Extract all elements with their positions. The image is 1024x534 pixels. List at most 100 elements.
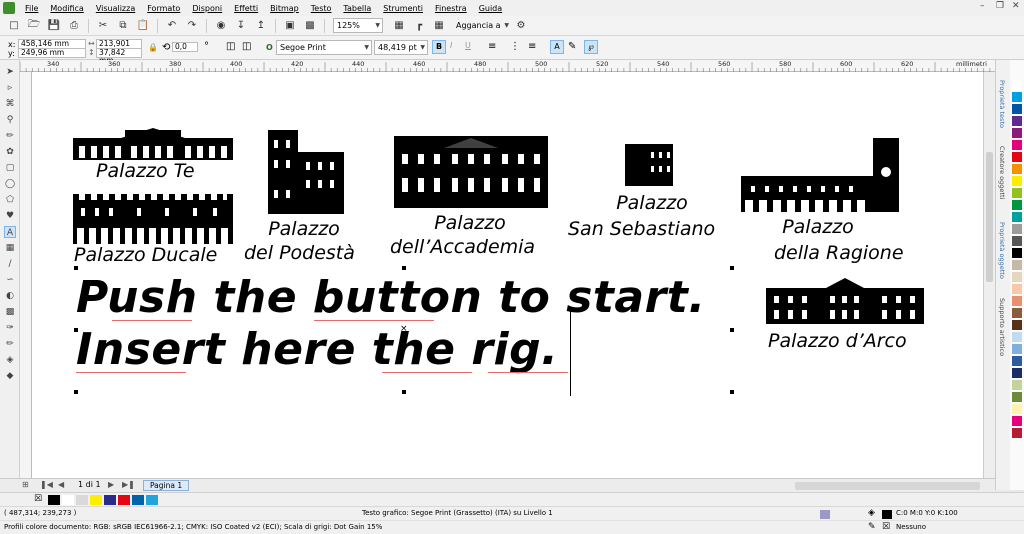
page-tab[interactable]: Pagina 1 [143,480,190,491]
copy-icon[interactable]: ⧉ [115,18,131,34]
edit-text-icon[interactable]: ✎ [568,41,576,52]
full-screen-preview-icon[interactable]: ▦ [391,18,407,34]
palette-swatch[interactable] [1012,80,1022,91]
horizontal-scrollbar[interactable] [795,482,980,490]
underline-icon[interactable]: U [465,41,471,50]
fill-color-swatch[interactable] [882,510,892,519]
page-add-icon[interactable]: ⊞ [22,480,29,489]
menu-modifica[interactable]: Modifica [44,4,89,13]
transparency-tool-icon[interactable]: ▩ [4,306,16,318]
doc-swatch-navy[interactable] [104,495,116,505]
no-color-icon[interactable]: ☒ [34,494,42,504]
palette-swatch[interactable] [1012,356,1022,367]
next-page-icon[interactable]: ▶ [108,480,114,489]
bullet-list-icon[interactable]: ⋮ [510,41,520,52]
save-icon[interactable]: 💾 [46,18,62,34]
palette-swatch[interactable] [1012,260,1022,271]
palette-swatch[interactable] [1012,332,1022,343]
ellipse-tool-icon[interactable]: ◯ [4,178,16,190]
rulers-icon[interactable]: ┏ [411,18,427,34]
docker-tab-object-manager[interactable]: Creatore oggetti [998,146,1006,199]
palette-swatch[interactable] [1012,248,1022,259]
first-page-icon[interactable]: ❚◀ [40,480,53,489]
palette-swatch[interactable] [1012,116,1022,127]
export-icon[interactable]: ↥ [253,18,269,34]
application-launcher-icon[interactable]: ▣ [282,18,298,34]
palette-swatch[interactable] [1012,164,1022,175]
zoom-level-select[interactable]: 125% ▼ [333,18,383,33]
docker-tab-text-properties[interactable]: Proprietà testo [998,80,1006,128]
menu-disponi[interactable]: Disponi [186,4,228,13]
doc-swatch-white[interactable] [62,495,74,505]
outline-pen-status-icon[interactable]: ✎ [868,522,876,532]
palette-swatch[interactable] [1012,404,1022,415]
cut-icon[interactable]: ✂ [95,18,111,34]
menu-strumenti[interactable]: Strumenti [377,4,429,13]
text-align-icon[interactable]: ≡ [488,41,496,52]
menu-finestra[interactable]: Finestra [429,4,473,13]
font-family-select[interactable]: Segoe Print ▼ [276,40,372,55]
y-position-field[interactable]: 249,96 mm [18,48,86,58]
palette-swatch[interactable] [1012,284,1022,295]
caption-podesta-line1[interactable]: Palazzo [264,218,344,240]
docker-tab-object-properties[interactable]: Proprietà oggetto [998,222,1006,279]
caption-ragione-line2[interactable]: della Ragione [774,242,904,264]
minimize-icon[interactable]: – [980,1,985,11]
palette-swatch[interactable] [1012,152,1022,163]
doc-swatch-cyan[interactable] [146,495,158,505]
palette-swatch[interactable] [1012,392,1022,403]
height-field[interactable]: 37,842 mm [96,48,142,65]
menu-testo[interactable]: Testo [305,4,338,13]
mirror-vertical-icon[interactable]: ◫ [242,41,251,52]
pick-tool-icon[interactable]: ➤ [4,66,16,78]
selection-center-icon[interactable]: × [400,324,408,334]
smart-fill-icon[interactable]: ◆ [4,370,16,382]
selection-handle-ml[interactable] [74,328,78,332]
doc-swatch-yellow[interactable] [90,495,102,505]
new-document-icon[interactable]: □ [6,18,22,34]
mirror-horizontal-icon[interactable]: ◫ [226,41,235,52]
doc-swatch-blue[interactable] [132,495,144,505]
zoom-tool-icon[interactable]: ⚲ [4,114,16,126]
connector-tool-icon[interactable]: ∽ [4,274,16,286]
doc-swatch-black[interactable] [48,495,60,505]
text-line-1[interactable]: Push the button to start. [76,272,706,323]
palette-swatch[interactable] [1012,344,1022,355]
palette-swatch[interactable] [1012,308,1022,319]
palette-swatch[interactable] [1012,128,1022,139]
polygon-tool-icon[interactable]: ⬠ [4,194,16,206]
selection-handle-bl[interactable] [74,390,78,394]
palette-swatch[interactable] [1012,380,1022,391]
doc-swatch-red[interactable] [118,495,130,505]
fill-tool-icon[interactable]: ◈ [4,354,16,366]
caption-palazzo-te[interactable]: Palazzo Te [96,160,195,182]
open-icon[interactable]: 🗁 [26,18,42,34]
glyph-icon[interactable]: ℘ [584,40,598,54]
palette-swatch[interactable] [1012,416,1022,427]
palette-swatch[interactable] [1012,320,1022,331]
lock-ratio-icon[interactable]: 🔒 [148,43,158,52]
print-icon[interactable]: ⎙ [66,18,82,34]
caption-accademia-line2[interactable]: dell’Accademia [390,236,535,258]
vertical-scroll-thumb[interactable] [986,152,993,282]
caption-sebastiano-line2[interactable]: San Sebastiano [568,218,715,240]
menu-visualizza[interactable]: Visualizza [90,4,141,13]
angle-field[interactable]: 0,0 [172,42,198,52]
options-icon[interactable]: ⚙ [513,18,529,34]
table-tool-icon[interactable]: ▦ [4,242,16,254]
last-page-icon[interactable]: ▶❚ [122,480,135,489]
artistic-media-icon[interactable]: ✿ [4,146,16,158]
menu-tabella[interactable]: Tabella [337,4,377,13]
text-line-2[interactable]: Insert here the rig. [76,324,558,375]
app-icon[interactable] [3,2,15,14]
interactive-blend-icon[interactable]: ◐ [4,290,16,302]
menu-formato[interactable]: Formato [141,4,186,13]
caption-sebastiano-line1[interactable]: Palazzo [612,192,692,214]
palette-swatch[interactable] [1012,200,1022,211]
caption-ragione-line1[interactable]: Palazzo [778,216,858,238]
snap-to-dropdown[interactable]: Aggancia a ▼ [453,18,511,33]
palette-swatch[interactable] [1012,92,1022,103]
doc-swatch-gray[interactable] [76,495,88,505]
palette-swatch[interactable] [1012,212,1022,223]
selection-handle-mr[interactable] [730,328,734,332]
